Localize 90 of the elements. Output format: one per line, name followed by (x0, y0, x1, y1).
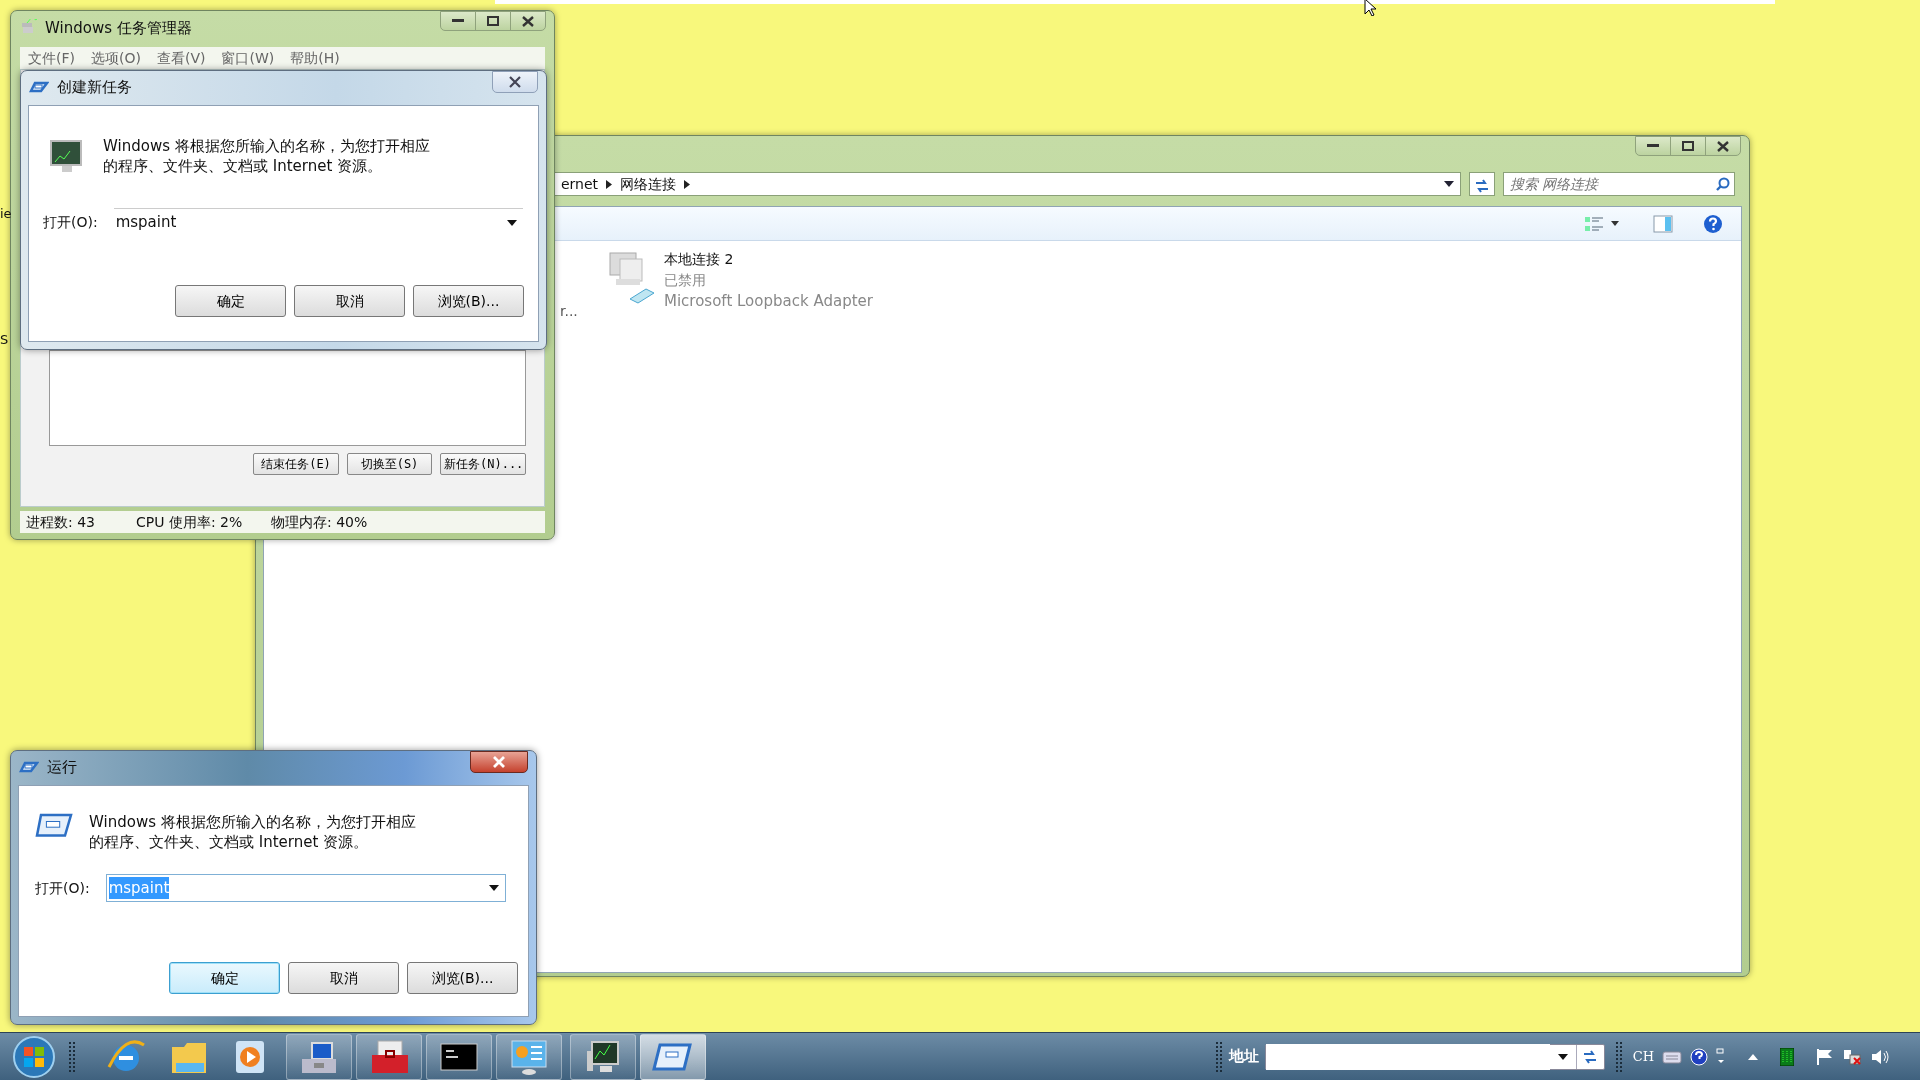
minimize-button[interactable] (440, 11, 476, 31)
start-button[interactable] (12, 1034, 56, 1079)
help-icon[interactable] (1703, 213, 1723, 234)
window-title: Windows 任务管理器 (45, 17, 192, 39)
connection-status: 已禁用 (664, 271, 707, 290)
adapter-name: Microsoft Loopback Adapter (664, 291, 873, 312)
maximize-icon (1682, 141, 1694, 151)
connection-name: 本地连接 2 (664, 250, 735, 269)
menu-item[interactable]: 帮助(H) (290, 47, 340, 69)
ok-button[interactable]: 确定 (169, 962, 280, 994)
taskbar-button[interactable] (426, 1033, 492, 1080)
ok-button[interactable]: 确定 (175, 285, 286, 317)
dropdown-arrow-icon[interactable] (507, 219, 517, 226)
switch-to-button[interactable]: 切换至(S) (347, 453, 432, 475)
chevron-right-icon (606, 179, 613, 189)
grid-icon[interactable] (1780, 1047, 1794, 1066)
taskbar-button[interactable] (570, 1033, 636, 1080)
status-text: 进程数: 43 (25, 512, 96, 532)
maximize-button[interactable] (475, 11, 511, 31)
dialog-title: 创建新任务 (57, 76, 132, 98)
taskbar-button[interactable] (496, 1033, 562, 1080)
language-indicator[interactable]: CH (1632, 1046, 1654, 1067)
breadcrumb-item[interactable]: ernet (561, 173, 599, 195)
text-fragment: S (0, 331, 9, 349)
windows-orb-icon (12, 1034, 56, 1079)
menu-item[interactable]: 文件(F) (28, 47, 75, 69)
address-label: 地址 (1228, 1046, 1259, 1068)
menu-item[interactable]: 选项(O) (91, 47, 141, 69)
instruction-text: Windows 将根据您所输入的名称，为您打开相应的程序、文件夹、文档或 Internet 资源。 (89, 812, 417, 852)
menu-item[interactable]: 窗口(W) (221, 47, 275, 69)
status-text: CPU 使用率: 2% (135, 512, 244, 532)
maximize-icon (487, 16, 499, 26)
cancel-button[interactable]: 取消 (288, 962, 399, 994)
keyboard-icon[interactable] (1662, 1049, 1682, 1064)
refresh-button[interactable] (1469, 172, 1495, 196)
address-field[interactable] (1264, 1043, 1605, 1070)
cursor-icon (1364, 0, 1378, 16)
dropdown-arrow-icon[interactable] (489, 885, 499, 891)
browse-button[interactable]: 浏览(B)... (413, 285, 524, 317)
status-text: 物理内存: 40% (270, 512, 369, 532)
menu-item[interactable]: 查看(V) (156, 47, 206, 69)
field-label: 打开(O): (43, 212, 98, 232)
instruction-text: Windows 将根据您所输入的名称，为您打开相应的程序、文件夹、文档或 Internet 资源。 (103, 136, 431, 176)
close-icon (1717, 140, 1729, 152)
dropdown-arrow-icon[interactable] (1444, 181, 1454, 187)
end-task-button[interactable]: 结束任务(E) (253, 453, 339, 475)
run-icon (19, 760, 39, 774)
field-label: 打开(O): (35, 878, 90, 898)
flag-icon[interactable] (1816, 1047, 1834, 1066)
chevron-right-icon (684, 179, 691, 189)
search-icon (1716, 177, 1730, 191)
run-icon (29, 80, 49, 94)
network-disconnected-icon[interactable] (1842, 1047, 1862, 1066)
new-task-button[interactable]: 新任务(N)... (440, 453, 526, 475)
close-icon (522, 15, 534, 27)
view-button[interactable] (1585, 215, 1619, 232)
minimize-icon (1647, 144, 1659, 148)
run-icon (35, 812, 73, 839)
refresh-icon (1582, 1049, 1599, 1064)
file-name-fragment: r... (560, 302, 579, 321)
close-button[interactable] (1705, 136, 1741, 156)
media-player-icon[interactable] (234, 1038, 266, 1075)
browse-button[interactable]: 浏览(B)... (407, 962, 518, 994)
restore-icon[interactable] (1716, 1047, 1726, 1066)
field-value: mspaint (115, 212, 177, 234)
cancel-button[interactable]: 取消 (294, 285, 405, 317)
open-combo-box[interactable]: mspaint (113, 208, 523, 236)
taskbar-button[interactable] (356, 1033, 422, 1080)
close-button[interactable] (492, 71, 538, 93)
breadcrumb-item[interactable]: 网络连接 (620, 173, 677, 195)
dialog-title: 运行 (47, 756, 77, 778)
dropdown-arrow-icon[interactable] (1557, 1053, 1568, 1060)
address-bar[interactable]: ernet 网络连接 (554, 172, 1461, 196)
close-button[interactable] (510, 11, 546, 31)
caret-icon (1611, 221, 1619, 226)
refresh-icon (1474, 178, 1490, 193)
close-icon (492, 756, 506, 768)
minimize-icon (452, 19, 464, 23)
expand-arrow-icon[interactable] (1748, 1053, 1758, 1060)
taskbar-button[interactable] (640, 1033, 706, 1080)
close-button[interactable] (470, 751, 528, 773)
help-icon[interactable] (1690, 1047, 1708, 1066)
taskbar-button[interactable] (286, 1033, 352, 1080)
maximize-button[interactable] (1670, 136, 1706, 156)
view-list-icon (1585, 215, 1603, 232)
close-icon (508, 76, 522, 88)
speaker-icon[interactable] (1870, 1047, 1890, 1066)
minimize-button[interactable] (1635, 136, 1671, 156)
field-value: mspaint (108, 876, 170, 900)
search-field[interactable]: 搜索 网络连接 (1503, 172, 1735, 196)
